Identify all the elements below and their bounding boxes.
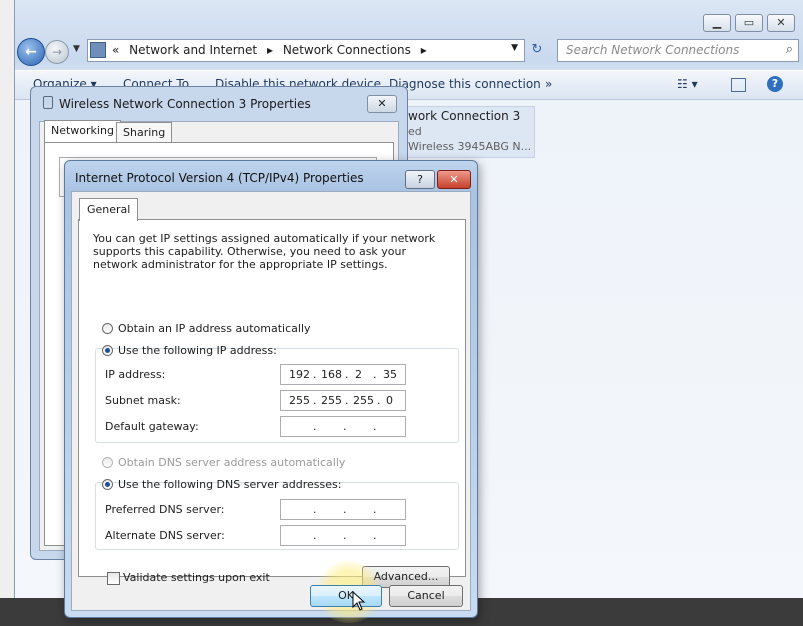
search-placeholder: Search Network Connections bbox=[566, 43, 740, 57]
octet-separator: . bbox=[313, 368, 317, 381]
validate-checkbox[interactable] bbox=[107, 572, 120, 585]
address-bar[interactable]: « Network and Internet ▸ Network Connect… bbox=[87, 39, 525, 62]
mouse-cursor-icon bbox=[352, 591, 366, 611]
intro-text: You can get IP settings assigned automat… bbox=[93, 232, 436, 271]
help-icon[interactable]: ? bbox=[767, 76, 783, 92]
wireless-close-button[interactable]: ✕ bbox=[367, 95, 397, 113]
subnet-octet-4[interactable]: 0 bbox=[386, 394, 393, 407]
obtain-ip-auto-label[interactable]: Obtain an IP address automatically bbox=[118, 322, 311, 335]
window-close-button[interactable]: ✕ bbox=[767, 14, 795, 32]
wireless-dialog-title: Wireless Network Connection 3 Properties bbox=[43, 96, 311, 111]
breadcrumb-network-connections[interactable]: Network Connections bbox=[283, 43, 411, 57]
octet-separator: . bbox=[345, 394, 349, 407]
breadcrumb-separator-icon[interactable]: ▸ bbox=[267, 43, 273, 57]
subnet-octet-3[interactable]: 255 bbox=[353, 394, 374, 407]
ip-address-label: IP address: bbox=[105, 368, 166, 381]
octet-separator: . bbox=[373, 368, 377, 381]
octet-separator: . bbox=[343, 420, 347, 433]
search-input[interactable]: Search Network Connections ⌕ bbox=[557, 39, 799, 62]
obtain-dns-auto-radio[interactable] bbox=[102, 457, 113, 468]
use-ip-manual-label[interactable]: Use the following IP address: bbox=[118, 344, 277, 357]
diagnose-button[interactable]: Diagnose this connection bbox=[389, 77, 541, 91]
obtain-ip-auto-radio[interactable] bbox=[102, 323, 113, 334]
control-panel-icon bbox=[90, 42, 106, 58]
ip-address-field[interactable]: 192 . 168 . 2 . 35 bbox=[280, 364, 406, 385]
minimize-button[interactable]: ▁ bbox=[703, 14, 731, 32]
connection-adapter: Wireless 3945ABG N... bbox=[408, 140, 532, 153]
maximize-button[interactable]: ▭ bbox=[735, 14, 763, 32]
obtain-dns-auto-label[interactable]: Obtain DNS server address automatically bbox=[118, 456, 345, 469]
ipv4-dialog-body: General You can get IP settings assigned… bbox=[71, 191, 471, 611]
general-panel: You can get IP settings assigned automat… bbox=[78, 219, 466, 588]
address-dropdown-icon[interactable]: ▼ bbox=[511, 43, 518, 53]
alternate-dns-label: Alternate DNS server: bbox=[105, 529, 225, 542]
octet-separator: . bbox=[377, 394, 381, 407]
connection-status: ed bbox=[408, 125, 422, 138]
breadcrumb-separator-icon[interactable]: ▸ bbox=[421, 43, 427, 57]
network-adapter-icon bbox=[43, 96, 53, 109]
use-dns-manual-radio[interactable] bbox=[102, 479, 113, 490]
subnet-octet-2[interactable]: 255 bbox=[321, 394, 342, 407]
tab-networking[interactable]: Networking bbox=[44, 120, 121, 143]
cancel-button[interactable]: Cancel bbox=[389, 585, 463, 607]
close-button[interactable]: ✕ bbox=[437, 170, 471, 189]
breadcrumb-network-and-internet[interactable]: Network and Internet bbox=[129, 43, 257, 57]
breadcrumb[interactable]: « Network and Internet ▸ Network Connect… bbox=[112, 43, 427, 57]
octet-separator: . bbox=[343, 503, 347, 516]
tab-general[interactable]: General bbox=[79, 198, 139, 221]
octet-separator: . bbox=[373, 529, 377, 542]
subnet-octet-1[interactable]: 255 bbox=[289, 394, 310, 407]
validate-label[interactable]: Validate settings upon exit bbox=[123, 571, 270, 584]
default-gateway-field[interactable]: . . . bbox=[280, 416, 406, 437]
connection-name: work Connection 3 bbox=[408, 109, 521, 123]
help-button[interactable]: ? bbox=[405, 170, 435, 189]
ip-octet-1[interactable]: 192 bbox=[289, 368, 310, 381]
background-window-edge bbox=[0, 0, 14, 626]
octet-separator: . bbox=[313, 529, 317, 542]
more-commands-button[interactable]: » bbox=[545, 77, 552, 91]
octet-separator: . bbox=[313, 503, 317, 516]
tab-sharing[interactable]: Sharing bbox=[116, 122, 173, 143]
change-view-icon[interactable]: ☷ ▾ bbox=[677, 77, 698, 91]
use-dns-manual-label[interactable]: Use the following DNS server addresses: bbox=[118, 478, 341, 491]
alternate-dns-field[interactable]: . . . bbox=[280, 525, 406, 546]
preview-pane-icon[interactable] bbox=[731, 78, 746, 92]
subnet-mask-field[interactable]: 255 . 255 . 255 . 0 bbox=[280, 390, 406, 411]
connection-tile[interactable]: work Connection 3 ed Wireless 3945ABG N.… bbox=[407, 106, 535, 158]
ok-button[interactable]: OK bbox=[310, 585, 382, 607]
back-button[interactable]: ← bbox=[17, 38, 45, 66]
default-gateway-label: Default gateway: bbox=[105, 420, 199, 433]
refresh-button[interactable]: ↻ bbox=[527, 39, 547, 60]
subnet-mask-label: Subnet mask: bbox=[105, 394, 181, 407]
octet-separator: . bbox=[373, 420, 377, 433]
octet-separator: . bbox=[313, 394, 317, 407]
ipv4-properties-dialog: Internet Protocol Version 4 (TCP/IPv4) P… bbox=[64, 160, 478, 623]
octet-separator: . bbox=[345, 368, 349, 381]
octet-separator: . bbox=[343, 529, 347, 542]
use-ip-manual-radio[interactable] bbox=[102, 345, 113, 356]
preferred-dns-field[interactable]: . . . bbox=[280, 499, 406, 520]
ip-octet-3[interactable]: 2 bbox=[355, 368, 362, 381]
recent-pages-dropdown[interactable]: ▼ bbox=[73, 44, 80, 54]
octet-separator: . bbox=[373, 503, 377, 516]
preferred-dns-label: Preferred DNS server: bbox=[105, 503, 225, 516]
ip-octet-2[interactable]: 168 bbox=[321, 368, 342, 381]
search-icon[interactable]: ⌕ bbox=[786, 42, 793, 57]
octet-separator: . bbox=[313, 420, 317, 433]
ip-octet-4[interactable]: 35 bbox=[383, 368, 397, 381]
ipv4-dialog-title: Internet Protocol Version 4 (TCP/IPv4) P… bbox=[75, 171, 364, 185]
forward-button[interactable]: → bbox=[45, 40, 69, 64]
breadcrumb-prefix[interactable]: « bbox=[112, 43, 119, 57]
